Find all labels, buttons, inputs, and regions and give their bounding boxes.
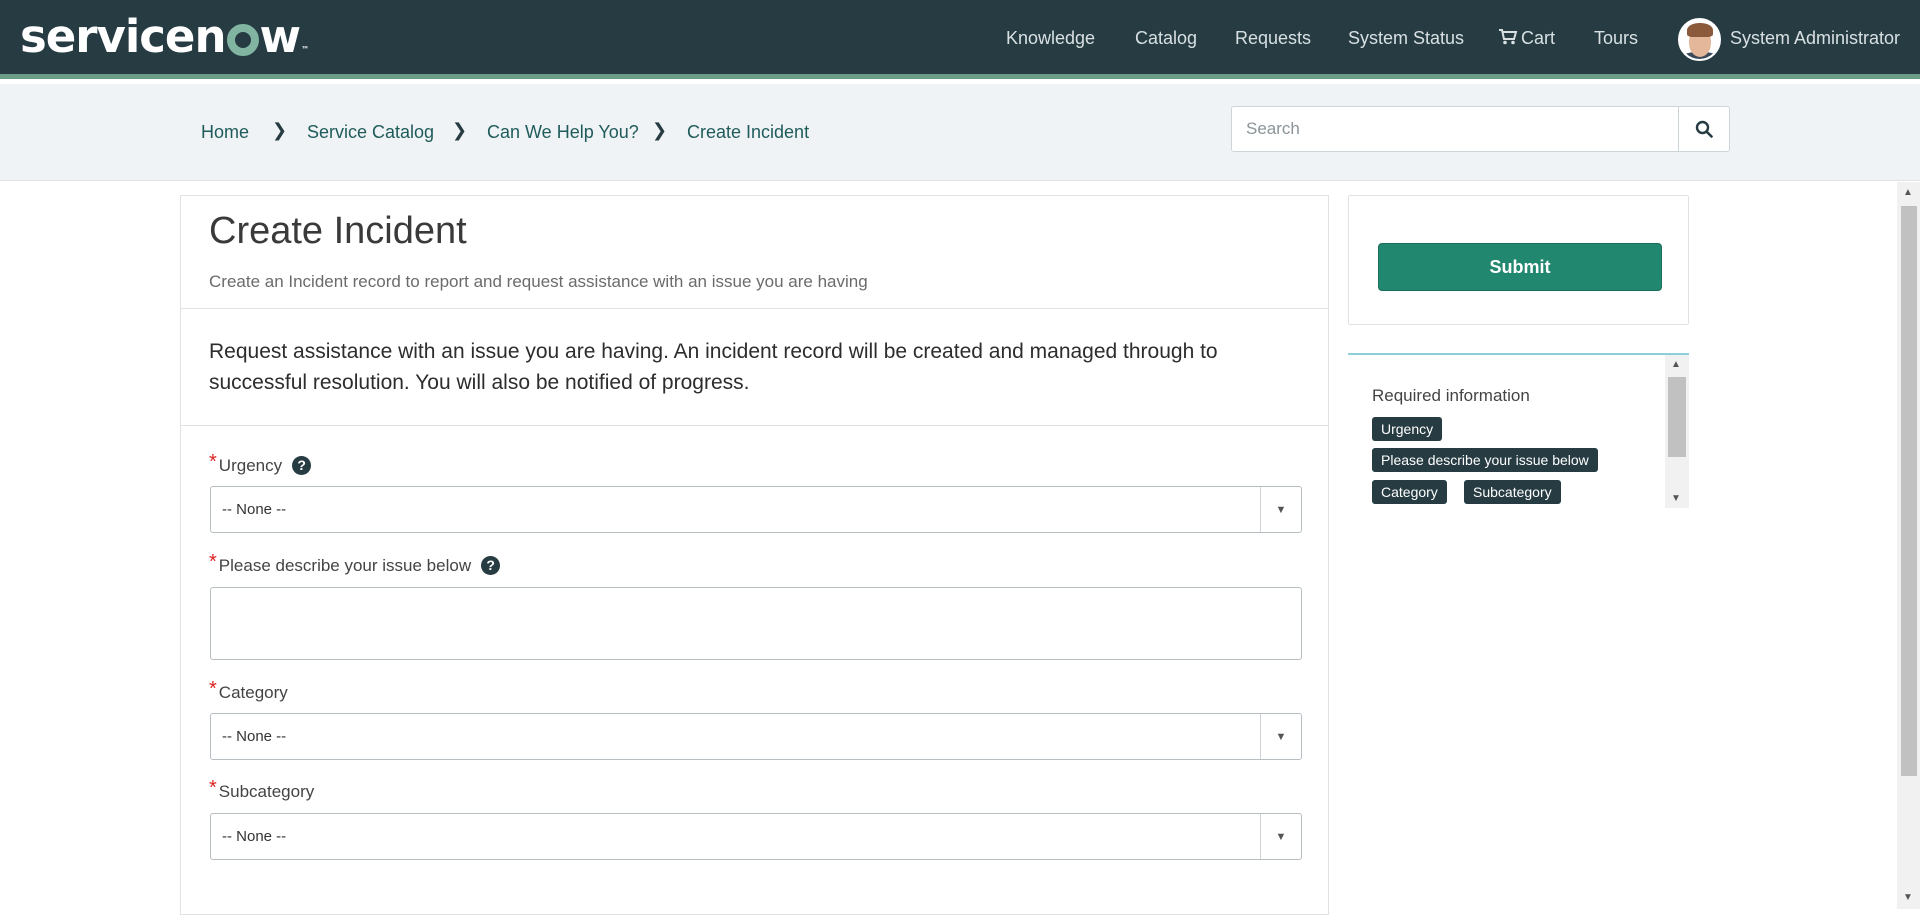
urgency-label: * Urgency? xyxy=(209,451,312,477)
top-header: servicen w ™ Knowledge Catalog Requests Sy… xyxy=(0,0,1920,79)
breadcrumb-create-incident[interactable]: Create Incident xyxy=(687,122,809,143)
logo-o-mark xyxy=(226,24,259,56)
nav-tours[interactable]: Tours xyxy=(1594,28,1638,49)
page-subtitle: Create an Incident record to report and … xyxy=(209,272,868,291)
search-icon xyxy=(1695,120,1713,138)
nav-cart-label: Cart xyxy=(1521,28,1556,48)
submit-panel: Submit xyxy=(1348,195,1689,325)
subcategory-value: -- None -- xyxy=(222,828,287,845)
nav-requests[interactable]: Requests xyxy=(1235,28,1311,49)
subcategory-select[interactable]: -- None -- ▼ xyxy=(210,813,1302,860)
form-description: Request assistance with an issue you are… xyxy=(209,340,1218,394)
question-circle-icon[interactable]: ? xyxy=(292,456,312,475)
required-tag[interactable]: Category xyxy=(1372,480,1447,504)
dropdown-arrow-icon: ▼ xyxy=(1260,487,1301,532)
scroll-up-icon[interactable]: ▲ xyxy=(1671,359,1681,370)
dropdown-arrow-icon: ▼ xyxy=(1260,814,1301,859)
search-button[interactable] xyxy=(1678,107,1729,151)
required-asterisk: * xyxy=(209,678,217,700)
nav-cart[interactable]: Cart xyxy=(1499,28,1555,49)
chevron-right-icon: ❯ xyxy=(652,120,668,140)
required-tag[interactable]: Urgency xyxy=(1372,417,1443,441)
scroll-up-icon[interactable]: ▲ xyxy=(1903,187,1913,198)
dropdown-arrow-icon: ▼ xyxy=(1260,714,1301,759)
chevron-right-icon: ❯ xyxy=(452,120,468,140)
scroll-down-icon[interactable]: ▼ xyxy=(1671,493,1681,504)
incident-form-card: Create Incident Create an Incident recor… xyxy=(180,195,1329,915)
issue-description-textarea[interactable] xyxy=(210,587,1302,660)
divider xyxy=(181,308,1328,309)
submit-button[interactable]: Submit xyxy=(1378,243,1662,291)
nav-catalog[interactable]: Catalog xyxy=(1135,28,1197,49)
urgency-select[interactable]: -- None -- ▼ xyxy=(210,486,1302,533)
required-tag[interactable]: Subcategory xyxy=(1464,480,1561,504)
category-label: * Category xyxy=(209,678,288,702)
divider xyxy=(181,425,1328,426)
search-bar xyxy=(1231,106,1730,152)
required-tag[interactable]: Please describe your issue below xyxy=(1372,448,1598,472)
scrollbar-thumb[interactable] xyxy=(1668,377,1686,457)
category-select[interactable]: -- None -- ▼ xyxy=(210,713,1302,760)
scrollbar-thumb[interactable] xyxy=(1901,206,1917,776)
required-information-panel: Required information Urgency Please desc… xyxy=(1348,353,1689,508)
nav-system-status[interactable]: System Status xyxy=(1348,28,1464,49)
avatar[interactable] xyxy=(1678,18,1721,61)
breadcrumb-can-we-help[interactable]: Can We Help You? xyxy=(487,122,639,143)
servicenow-logo[interactable]: servicen w ™ xyxy=(20,10,309,63)
required-information-title: Required information xyxy=(1372,386,1530,405)
user-name[interactable]: System Administrator xyxy=(1730,28,1900,49)
issue-label: * Please describe your issue below? xyxy=(209,551,501,577)
nav-knowledge[interactable]: Knowledge xyxy=(1006,28,1095,49)
required-asterisk: * xyxy=(209,777,217,799)
required-asterisk: * xyxy=(209,451,217,473)
chevron-right-icon: ❯ xyxy=(272,120,288,140)
scroll-down-icon[interactable]: ▼ xyxy=(1903,892,1913,903)
panel-scrollbar[interactable]: ▲ ▼ xyxy=(1665,355,1689,508)
cart-icon xyxy=(1499,29,1518,45)
search-input[interactable] xyxy=(1232,107,1680,151)
subcategory-label: * Subcategory xyxy=(209,777,315,801)
category-value: -- None -- xyxy=(222,728,287,745)
page-title: Create Incident xyxy=(209,210,467,252)
required-asterisk: * xyxy=(209,551,217,573)
breadcrumb-service-catalog[interactable]: Service Catalog xyxy=(307,122,434,143)
urgency-value: -- None -- xyxy=(222,501,287,518)
breadcrumb-home[interactable]: Home xyxy=(201,122,249,143)
page-scrollbar[interactable]: ▲ ▼ xyxy=(1897,182,1920,909)
question-circle-icon[interactable]: ? xyxy=(481,556,501,575)
